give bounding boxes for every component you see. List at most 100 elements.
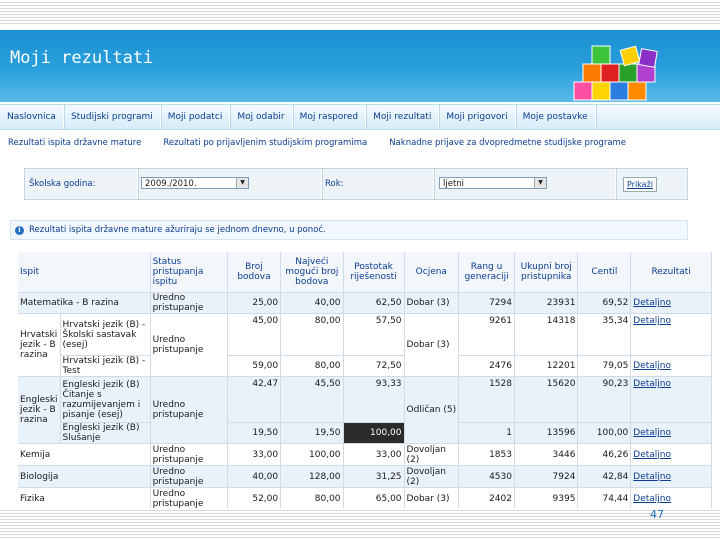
sub-percentile: 35,34 xyxy=(577,313,632,356)
exam-status: Uredno pristupanje xyxy=(150,313,228,377)
percentile: 69,52 xyxy=(577,292,632,314)
header-rezultati: Rezultati xyxy=(630,252,712,293)
exam-name: Hrvatski jezik - B razina xyxy=(18,313,61,377)
header-ispit: Ispit xyxy=(18,252,151,293)
nav-moj-raspored[interactable]: Moj raspored xyxy=(293,105,367,129)
sub-total-candidates: 14318 xyxy=(514,313,579,356)
filter-divider xyxy=(615,169,616,199)
exam-status: Uredno pristupanje xyxy=(150,443,228,466)
info-notice: i Rezultati ispita državne mature ažurir… xyxy=(10,220,688,240)
grade: Dovoljan (2) xyxy=(404,443,460,466)
header-maks: Najveći mogući broj bodova xyxy=(280,252,344,293)
nav-moje-postavke[interactable]: Moje postavke xyxy=(516,105,596,129)
sub-score: 45,00 xyxy=(227,313,282,356)
subnav-naknadne-prijave[interactable]: Naknadne prijave za dvopredmetne studijs… xyxy=(389,138,626,148)
sub-nav: Rezultati ispita državne mature Rezultat… xyxy=(8,138,626,148)
grade: Dobar (3) xyxy=(404,292,460,314)
table-row: Matematika - B razina Uredno pristupanje… xyxy=(18,292,712,314)
show-button[interactable]: Prikaži xyxy=(623,177,657,192)
sub-max-score: 80,00 xyxy=(280,313,344,356)
grade: Odličan (5) xyxy=(404,376,460,444)
sub-rank: 1 xyxy=(458,422,515,444)
score: 40,00 xyxy=(227,465,282,488)
rank: 1853 xyxy=(458,443,515,466)
detail-link[interactable]: Detaljno xyxy=(630,376,712,423)
sub-exam-name: Engleski jezik (B) Slušanje xyxy=(60,422,151,444)
filter-panel: Školska godina: 2009./2010. ▼ Rok: ljetn… xyxy=(24,168,688,200)
score: 33,00 xyxy=(227,443,282,466)
exam-name: Kemija xyxy=(18,443,151,466)
sub-percent: 93,33 xyxy=(343,376,405,423)
exam-status: Uredno pristupanje xyxy=(150,465,228,488)
notice-text: Rezultati ispita državne mature ažuriraj… xyxy=(29,225,326,235)
nav-moji-rezultati[interactable]: Moji rezultati xyxy=(366,105,440,129)
exam-status: Uredno pristupanje xyxy=(150,487,228,510)
rok-select[interactable]: ljetni ▼ xyxy=(439,177,547,189)
exam-name: Matematika - B razina xyxy=(18,292,151,314)
percentile: 46,26 xyxy=(577,443,632,466)
percent: 65,00 xyxy=(343,487,405,510)
main-nav: Naslovnica Studijski programi Moji podat… xyxy=(0,104,720,130)
sub-percentile: 100,00 xyxy=(577,422,632,444)
detail-link[interactable]: Detaljno xyxy=(630,487,712,510)
exam-status: Uredno pristupanje xyxy=(150,376,228,444)
detail-link[interactable]: Detaljno xyxy=(630,443,712,466)
max-score: 128,00 xyxy=(280,465,344,488)
header-centil: Centil xyxy=(577,252,632,293)
percent: 62,50 xyxy=(343,292,405,314)
sub-percent: 57,50 xyxy=(343,313,405,356)
filter-divider xyxy=(321,169,322,199)
percent: 33,00 xyxy=(343,443,405,466)
sub-score: 59,00 xyxy=(227,355,282,377)
nav-studijski-programi[interactable]: Studijski programi xyxy=(64,105,161,129)
subnav-rezultati-programi[interactable]: Rezultati po prijavljenim studijskim pro… xyxy=(163,138,367,148)
sub-max-score: 80,00 xyxy=(280,355,344,377)
table-row: Kemija Uredno pristupanje 33,00 100,00 3… xyxy=(18,443,712,466)
rok-select-value: ljetni xyxy=(443,179,465,189)
nav-moji-prigovori[interactable]: Moji prigovori xyxy=(439,105,516,129)
percentile: 42,84 xyxy=(577,465,632,488)
detail-link[interactable]: Detaljno xyxy=(630,355,712,377)
detail-link[interactable]: Detaljno xyxy=(630,465,712,488)
detail-link[interactable]: Detaljno xyxy=(630,422,712,444)
exam-name: Biologija xyxy=(18,465,151,488)
info-icon: i xyxy=(15,225,24,235)
total-candidates: 7924 xyxy=(514,465,579,488)
exam-status: Uredno pristupanje xyxy=(150,292,228,314)
year-label: Školska godina: xyxy=(29,179,96,189)
subnav-rezultati-mature[interactable]: Rezultati ispita državne mature xyxy=(8,138,141,148)
sub-score-value: 59,00 xyxy=(252,361,279,371)
filter-divider xyxy=(433,169,434,199)
chevron-down-icon: ▼ xyxy=(534,178,546,188)
exam-name: Engleski jezik - B razina xyxy=(18,376,61,444)
nav-naslovnica[interactable]: Naslovnica xyxy=(0,105,64,129)
table-row: Engleski jezik (B) Slušanje 19,50 19,50 … xyxy=(18,422,712,444)
chevron-down-icon: ▼ xyxy=(236,178,248,188)
detail-link[interactable]: Detaljno xyxy=(630,292,712,314)
header-rang: Rang u generaciji xyxy=(458,252,515,293)
header-ocjena: Ocjena xyxy=(404,252,460,293)
sub-score: 19,50 xyxy=(227,422,282,444)
sub-percent: 72,50 xyxy=(343,355,405,377)
sub-score: 42,47 xyxy=(227,376,282,423)
exam-name: Fizika xyxy=(18,487,151,510)
detail-link[interactable]: Detaljno xyxy=(630,313,712,356)
nav-moji-podatci[interactable]: Moji podatci xyxy=(161,105,231,129)
sub-total-candidates: 12201 xyxy=(514,355,579,377)
rok-label: Rok: xyxy=(325,179,344,189)
table-row: Biologija Uredno pristupanje 40,00 128,0… xyxy=(18,465,712,488)
sub-exam-name: Hrvatski jezik (B) - Školski sastavak (e… xyxy=(60,313,151,356)
max-score: 100,00 xyxy=(280,443,344,466)
table-row: Fizika Uredno pristupanje 52,00 80,00 65… xyxy=(18,487,712,510)
grade: Dobar (3) xyxy=(404,313,460,377)
header-status: Status pristupanja ispitu xyxy=(150,252,228,293)
year-select[interactable]: 2009./2010. ▼ xyxy=(141,177,249,189)
percentile: 74,44 xyxy=(577,487,632,510)
sub-exam-name: Engleski jezik (B) Čitanje s razumijevan… xyxy=(60,376,151,423)
nav-moj-odabir[interactable]: Moj odabir xyxy=(230,105,293,129)
max-score: 40,00 xyxy=(280,292,344,314)
sub-percent-selected: 100,00 xyxy=(343,422,405,444)
filter-divider xyxy=(137,169,138,199)
sub-max-score: 45,50 xyxy=(280,376,344,423)
sub-total-candidates: 15620 xyxy=(514,376,579,423)
